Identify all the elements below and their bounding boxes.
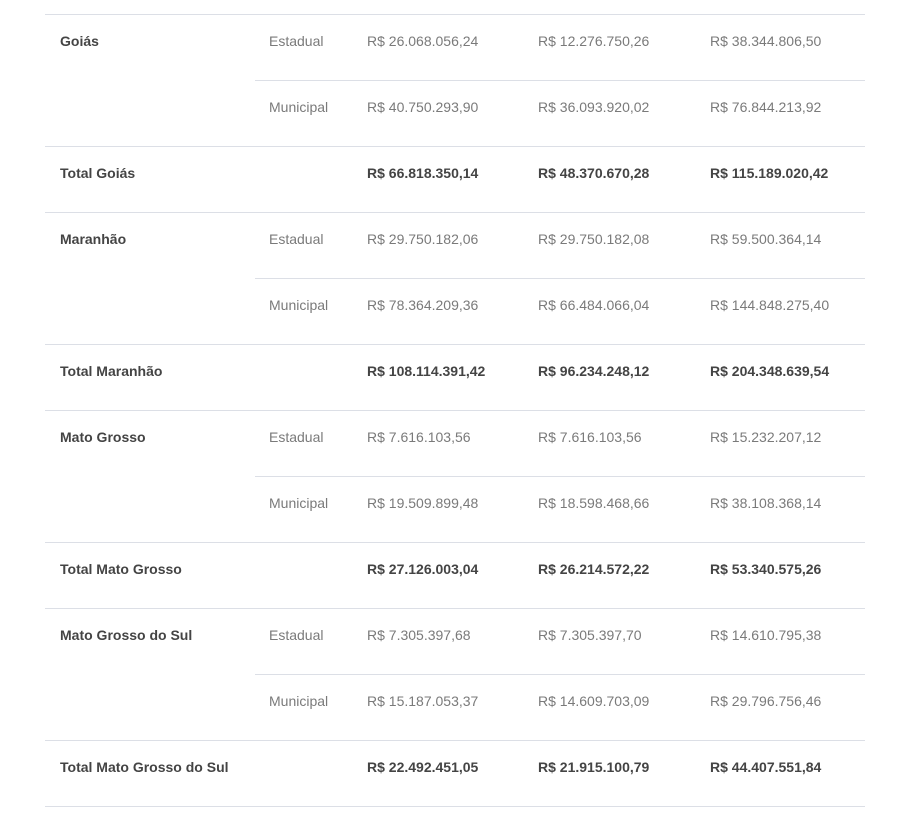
total-value-2: R$ 48.370.670,28 xyxy=(538,165,650,181)
value-cell-3: R$ 29.796.756,46 xyxy=(710,693,822,709)
level-label: Municipal xyxy=(269,99,329,115)
value-cell-3: R$ 14.610.795,38 xyxy=(710,627,822,643)
value-cell-1: R$ 19.509.899,48 xyxy=(367,495,479,511)
table-row-municipal: Municipal R$ 15.187.053,37 R$ 14.609.703… xyxy=(255,675,865,740)
total-label: Total Mato Grosso do Sul xyxy=(60,759,229,775)
value-cell-1: R$ 15.187.053,37 xyxy=(367,693,479,709)
value-cell-2: R$ 66.484.066,04 xyxy=(538,297,650,313)
total-value-1: R$ 108.114.391,42 xyxy=(367,363,486,379)
value-cell-3: R$ 59.500.364,14 xyxy=(710,231,822,247)
state-group-maranhao: Maranhão Estadual R$ 29.750.182,06 R$ 29… xyxy=(45,213,865,345)
state-name: Goiás xyxy=(60,33,99,49)
level-label: Estadual xyxy=(269,33,324,49)
value-cell-1: R$ 78.364.209,36 xyxy=(367,297,479,313)
value-cell-3: R$ 15.232.207,12 xyxy=(710,429,822,445)
total-label: Total Mato Grosso xyxy=(60,561,182,577)
total-row-goias: Total Goiás R$ 66.818.350,14 R$ 48.370.6… xyxy=(45,147,865,213)
total-value-3: R$ 115.189.020,42 xyxy=(710,165,829,181)
value-cell-1: R$ 26.068.056,24 xyxy=(367,33,479,49)
table-row-estadual: Estadual R$ 7.305.397,68 R$ 7.305.397,70… xyxy=(255,609,865,675)
table-row-estadual: Estadual R$ 29.750.182,06 R$ 29.750.182,… xyxy=(255,213,865,279)
total-value-3: R$ 44.407.551,84 xyxy=(710,759,822,775)
value-cell-2: R$ 36.093.920,02 xyxy=(538,99,650,115)
value-cell-2: R$ 14.609.703,09 xyxy=(538,693,650,709)
state-name: Mato Grosso do Sul xyxy=(60,627,193,643)
value-cell-2: R$ 18.598.468,66 xyxy=(538,495,650,511)
level-label: Estadual xyxy=(269,627,324,643)
total-value-1: R$ 27.126.003,04 xyxy=(367,561,479,577)
total-value-1: R$ 22.492.451,05 xyxy=(367,759,479,775)
total-row-mato-grosso-do-sul: Total Mato Grosso do Sul R$ 22.492.451,0… xyxy=(45,741,865,807)
total-value-2: R$ 21.915.100,79 xyxy=(538,759,650,775)
total-value-2: R$ 96.234.248,12 xyxy=(538,363,650,379)
value-cell-1: R$ 40.750.293,90 xyxy=(367,99,479,115)
total-label: Total Goiás xyxy=(60,165,136,181)
total-row-maranhao: Total Maranhão R$ 108.114.391,42 R$ 96.2… xyxy=(45,345,865,411)
value-cell-3: R$ 38.108.368,14 xyxy=(710,495,822,511)
level-label: Municipal xyxy=(269,693,329,709)
level-label: Estadual xyxy=(269,429,324,445)
table-row-municipal: Municipal R$ 40.750.293,90 R$ 36.093.920… xyxy=(255,81,865,146)
table-row-estadual: Estadual R$ 7.616.103,56 R$ 7.616.103,56… xyxy=(255,411,865,477)
value-cell-2: R$ 7.305.397,70 xyxy=(538,627,642,643)
table-row-municipal: Municipal R$ 19.509.899,48 R$ 18.598.468… xyxy=(255,477,865,542)
funding-table: Goiás Estadual R$ 26.068.056,24 R$ 12.27… xyxy=(45,14,865,807)
state-name: Mato Grosso xyxy=(60,429,146,445)
total-value-3: R$ 204.348.639,54 xyxy=(710,363,830,379)
total-value-2: R$ 26.214.572,22 xyxy=(538,561,650,577)
level-label: Municipal xyxy=(269,297,329,313)
total-row-mato-grosso: Total Mato Grosso R$ 27.126.003,04 R$ 26… xyxy=(45,543,865,609)
total-value-1: R$ 66.818.350,14 xyxy=(367,165,479,181)
state-name: Maranhão xyxy=(60,231,127,247)
table-row-municipal: Municipal R$ 78.364.209,36 R$ 66.484.066… xyxy=(255,279,865,344)
value-cell-3: R$ 38.344.806,50 xyxy=(710,33,822,49)
state-group-mato-grosso: Mato Grosso Estadual R$ 7.616.103,56 R$ … xyxy=(45,411,865,543)
value-cell-2: R$ 29.750.182,08 xyxy=(538,231,650,247)
value-cell-2: R$ 12.276.750,26 xyxy=(538,33,650,49)
table-row-estadual: Estadual R$ 26.068.056,24 R$ 12.276.750,… xyxy=(255,15,865,81)
total-label: Total Maranhão xyxy=(60,363,163,379)
value-cell-1: R$ 7.616.103,56 xyxy=(367,429,471,445)
level-label: Municipal xyxy=(269,495,329,511)
total-value-3: R$ 53.340.575,26 xyxy=(710,561,822,577)
value-cell-1: R$ 7.305.397,68 xyxy=(367,627,471,643)
value-cell-1: R$ 29.750.182,06 xyxy=(367,231,479,247)
level-label: Estadual xyxy=(269,231,324,247)
value-cell-3: R$ 76.844.213,92 xyxy=(710,99,822,115)
value-cell-2: R$ 7.616.103,56 xyxy=(538,429,642,445)
state-group-goias: Goiás Estadual R$ 26.068.056,24 R$ 12.27… xyxy=(45,15,865,147)
value-cell-3: R$ 144.848.275,40 xyxy=(710,297,830,313)
state-group-mato-grosso-do-sul: Mato Grosso do Sul Estadual R$ 7.305.397… xyxy=(45,609,865,741)
